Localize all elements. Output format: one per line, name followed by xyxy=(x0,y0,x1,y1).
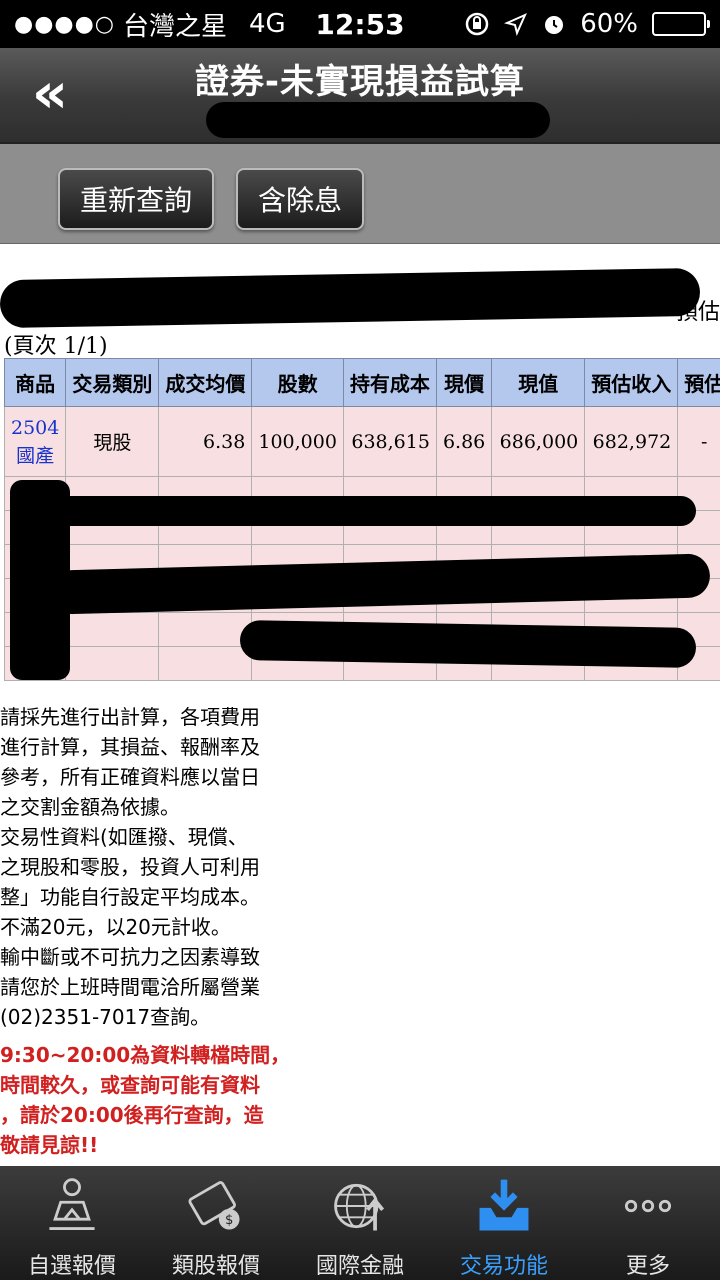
status-bar: ●●●●○ 台灣之星 4G 12:53 60% xyxy=(0,0,720,48)
warning-block: 9:30~20:00為資料轉檔時間， 時間較久，或查詢可能有資料 ，請於20:0… xyxy=(0,1040,290,1160)
col-cost: 持有成本 xyxy=(342,358,437,407)
tab-trading[interactable]: 交易功能 xyxy=(432,1166,576,1280)
note-line: 參考，所有正確資料應以當日 xyxy=(0,765,260,789)
col-product: 商品 xyxy=(3,358,67,407)
note-line: 之現股和零股，投資人可利用 xyxy=(0,855,260,879)
note-line: 輸中斷或不可抗力之因素導致 xyxy=(0,945,260,969)
tab-watchlist[interactable]: 自選報價 xyxy=(0,1166,144,1280)
value: 686,000 xyxy=(491,406,586,477)
note-line: 整」功能自行設定平均成本。 xyxy=(0,885,260,909)
requery-button[interactable]: 重新查詢 xyxy=(58,168,214,230)
tab-label: 國際金融 xyxy=(315,1254,404,1279)
note-line: (02)2351-7017查詢。 xyxy=(0,1005,211,1029)
warning-line: 敬請見諒!! xyxy=(0,1133,99,1157)
table-row[interactable]: 2504 國產 現股 6.38 100,000 638,615 6.86 686… xyxy=(3,406,720,477)
alarm-icon xyxy=(545,16,564,34)
tab-label: 自選報價 xyxy=(27,1254,116,1279)
warning-line: 時間較久，或查詢可能有資料 xyxy=(0,1073,260,1097)
tab-sector-quotes[interactable]: $ 類股報價 xyxy=(144,1166,288,1280)
location-arrow-icon xyxy=(504,13,528,36)
note-line: 進行計算，其損益、報酬率及 xyxy=(0,735,260,759)
globe-arrow-icon xyxy=(334,1183,385,1231)
film-coin-icon: $ xyxy=(188,1181,240,1230)
battery-percent: 60% xyxy=(580,9,638,39)
note-line: 請您於上班時間電洽所屬營業 xyxy=(0,975,260,999)
tab-label: 交易功能 xyxy=(459,1254,548,1279)
note-line: 請採先進行出計算，各項費用 xyxy=(0,705,260,729)
product-link[interactable]: 2504 國產 xyxy=(3,406,67,477)
tab-global-finance[interactable]: 國際金融 xyxy=(288,1166,432,1280)
redaction-mark xyxy=(0,267,701,329)
page-info: (頁次 1/1) xyxy=(4,334,108,359)
col-value: 現值 xyxy=(491,358,586,407)
network-type: 4G xyxy=(249,9,286,39)
warning-line: 9:30~20:00為資料轉檔時間， xyxy=(0,1043,291,1067)
col-shares: 股數 xyxy=(251,358,344,407)
avg-price: 6.38 xyxy=(158,406,253,477)
tab-more[interactable]: 更多 xyxy=(576,1166,720,1280)
est-income: 682,972 xyxy=(584,406,679,477)
person-chart-icon xyxy=(49,1178,95,1230)
nav-bar: « 證券-未實現損益試算 xyxy=(0,48,720,144)
trade-type: 現股 xyxy=(65,406,160,477)
note-line: 不滿20元，以20元計收。 xyxy=(0,915,231,939)
table-header-row: 商品 交易類別 成交均價 股數 持有成本 現價 現值 預估收入 預估 xyxy=(3,358,720,407)
toolbar: 重新查詢 含除息 xyxy=(0,144,720,244)
more-dots-icon xyxy=(624,1199,672,1213)
col-avg-price: 成交均價 xyxy=(158,358,253,407)
tab-label: 類股報價 xyxy=(171,1254,260,1279)
price: 6.86 xyxy=(435,406,493,477)
redaction-mark xyxy=(206,102,550,138)
download-tray-icon xyxy=(479,1179,529,1231)
col-est-income: 預估收入 xyxy=(584,358,679,407)
product-name[interactable]: 國產 xyxy=(11,442,59,470)
dividend-button[interactable]: 含除息 xyxy=(236,168,364,230)
est-more: - xyxy=(677,406,720,477)
signal-strength: ●●●●○ xyxy=(14,11,115,37)
warning-line: ，請於20:00後再行查詢，造 xyxy=(0,1103,264,1127)
redaction-mark xyxy=(50,496,696,526)
tab-label: 更多 xyxy=(625,1254,670,1279)
tab-bar: 自選報價 $ 類股報價 國際金融 交易功能 更多 xyxy=(0,1166,720,1280)
svg-text:$: $ xyxy=(225,1213,233,1228)
note-line: 交易性資料(如匯撥、現償、 xyxy=(0,825,248,849)
page-title: 證券-未實現損益試算 xyxy=(194,62,526,102)
redaction-mark xyxy=(239,620,697,668)
col-price: 現價 xyxy=(435,358,493,407)
battery-icon xyxy=(652,12,710,36)
col-est-more: 預估 xyxy=(677,358,720,407)
carrier-name: 台灣之星 xyxy=(122,11,227,42)
content-area: 7 預估 (頁次 1/1) 商品 交易類別 成交均價 股數 持有成本 現價 現值… xyxy=(0,244,720,1166)
rotation-lock-icon xyxy=(465,12,489,36)
col-trade-type: 交易類別 xyxy=(65,358,160,407)
shares: 100,000 xyxy=(251,406,344,477)
note-line: 之交割金額為依據。 xyxy=(0,795,180,819)
product-code[interactable]: 2504 xyxy=(11,414,59,442)
cost: 638,615 xyxy=(342,406,437,477)
notes-block: 請採先進行出計算，各項費用 進行計算，其損益、報酬率及 參考，所有正確資料應以當… xyxy=(0,702,320,1032)
